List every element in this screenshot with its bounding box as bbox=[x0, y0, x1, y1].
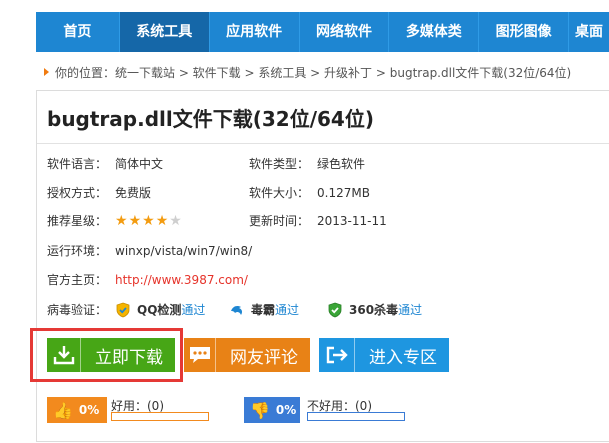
homepage-row: 官方主页： http://www.3987.com/ bbox=[47, 271, 248, 289]
nav-system-tools[interactable]: 系统工具 bbox=[119, 12, 210, 52]
nav-graphics[interactable]: 图形图像 bbox=[479, 12, 570, 52]
type-row: 软件类型： 绿色软件 bbox=[249, 155, 365, 173]
qq-shield-icon bbox=[116, 302, 130, 318]
software-detail-panel: bugtrap.dll文件下载(32位/64位) 软件语言： 简体中文 软件类型：… bbox=[30, 90, 609, 442]
virus-row: 病毒验证： bbox=[47, 301, 107, 319]
star-filled-icon: ★ bbox=[115, 213, 128, 229]
enter-arrow-icon bbox=[319, 338, 355, 372]
scan-360-result: 通过 bbox=[398, 303, 423, 317]
env-label: 运行环境： bbox=[47, 244, 108, 258]
language-label: 软件语言： bbox=[47, 157, 108, 171]
nav-home[interactable]: 首页 bbox=[36, 12, 120, 52]
virus-label: 病毒验证： bbox=[47, 303, 108, 317]
duba-icon bbox=[231, 306, 243, 315]
bad-percent: 0% bbox=[275, 403, 297, 417]
scan-360-name: 360杀毒 bbox=[349, 303, 399, 317]
bad-bar bbox=[307, 412, 405, 421]
size-row: 软件大小： 0.127MB bbox=[249, 184, 370, 202]
thumbs-up-button[interactable]: 👍 0% bbox=[47, 397, 107, 423]
scan-360: 360杀毒 通过 bbox=[327, 301, 422, 319]
star-filled-icon: ★ bbox=[142, 213, 155, 229]
license-value: 免费版 bbox=[115, 186, 152, 200]
enter-zone-button[interactable]: 进入专区 bbox=[319, 338, 449, 372]
homepage-label: 官方主页： bbox=[47, 273, 108, 287]
updated-row: 更新时间： 2013-11-11 bbox=[249, 212, 387, 230]
nav-applications[interactable]: 应用软件 bbox=[210, 12, 300, 52]
good-percent: 0% bbox=[78, 403, 100, 417]
license-label: 授权方式： bbox=[47, 186, 108, 200]
updated-label: 更新时间： bbox=[249, 214, 310, 228]
env-row: 运行环境： winxp/vista/win7/win8/ bbox=[47, 242, 252, 260]
top-nav: 首页 系统工具 应用软件 网络软件 多媒体类 图形图像 桌面 bbox=[36, 12, 609, 52]
language-value: 简体中文 bbox=[115, 157, 164, 171]
size-value: 0.127MB bbox=[317, 186, 370, 200]
nav-network-software[interactable]: 网络软件 bbox=[300, 12, 390, 52]
language-row: 软件语言： 简体中文 bbox=[47, 155, 163, 173]
thumbs-up-icon: 👍 bbox=[53, 400, 73, 420]
comment-button-label: 网友评论 bbox=[230, 347, 298, 368]
size-label: 软件大小： bbox=[249, 186, 310, 200]
type-value: 绿色软件 bbox=[317, 157, 366, 171]
star-empty-icon: ★ bbox=[169, 213, 182, 229]
good-bar bbox=[111, 412, 209, 421]
breadcrumb-text[interactable]: 你的位置：统一下载站 > 软件下载 > 系统工具 > 升级补丁 > bugtra… bbox=[55, 66, 571, 80]
type-label: 软件类型： bbox=[249, 157, 310, 171]
breadcrumb-arrow-icon bbox=[44, 68, 49, 76]
enter-zone-button-label: 进入专区 bbox=[369, 347, 437, 368]
nav-multimedia[interactable]: 多媒体类 bbox=[389, 12, 480, 52]
thumbs-down-button[interactable]: 👎 0% bbox=[244, 397, 300, 423]
comment-icon bbox=[184, 338, 216, 372]
scan-qq: QQ检测 通过 bbox=[115, 301, 205, 319]
title-divider bbox=[37, 143, 609, 144]
download-highlight-box bbox=[30, 328, 183, 382]
thumbs-down-icon: 👎 bbox=[250, 400, 270, 420]
scan-qq-result: 通过 bbox=[181, 303, 206, 317]
nav-desktop[interactable]: 桌面 bbox=[569, 12, 609, 52]
env-value: winxp/vista/win7/win8/ bbox=[115, 244, 253, 258]
scan-duba-result: 通过 bbox=[275, 303, 300, 317]
rating-stars: ★ ★ ★ ★ ★ bbox=[115, 214, 182, 228]
homepage-link[interactable]: http://www.3987.com/ bbox=[115, 271, 248, 289]
scan-qq-name: QQ检测 bbox=[137, 303, 182, 317]
page-title: bugtrap.dll文件下载(32位/64位) bbox=[47, 107, 374, 131]
360-shield-icon bbox=[328, 302, 342, 318]
rating-row: 推荐星级： bbox=[47, 212, 115, 230]
updated-value: 2013-11-11 bbox=[317, 214, 387, 228]
star-filled-icon: ★ bbox=[155, 213, 169, 229]
license-row: 授权方式： 免费版 bbox=[47, 184, 151, 202]
breadcrumb: 你的位置：统一下载站 > 软件下载 > 系统工具 > 升级补丁 > bugtra… bbox=[44, 64, 571, 82]
star-filled-icon: ★ bbox=[128, 213, 142, 229]
scan-duba: 毒霸 通过 bbox=[229, 301, 299, 319]
scan-duba-name: 毒霸 bbox=[251, 303, 276, 317]
comment-button[interactable]: 网友评论 bbox=[184, 338, 310, 372]
rating-label: 推荐星级： bbox=[47, 214, 108, 228]
